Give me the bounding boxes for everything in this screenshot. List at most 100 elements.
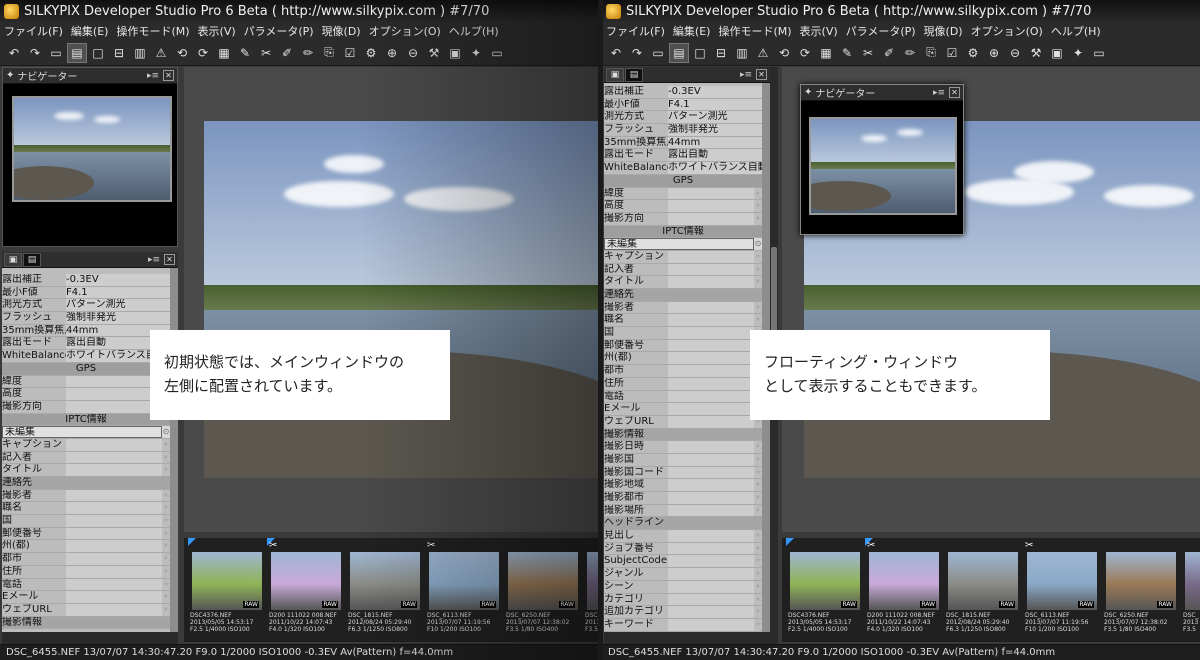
edit-dot-icon[interactable]: ◦ <box>754 454 762 466</box>
info-row[interactable]: 35mm換算焦点44mm <box>604 136 762 150</box>
edit-dot-icon[interactable]: ◦ <box>754 467 762 479</box>
monitor-icon[interactable]: ▭ <box>1089 43 1109 63</box>
iptc-row[interactable]: 国◦ <box>604 327 762 340</box>
eyedropper-icon[interactable]: ✐ <box>277 43 297 63</box>
section-iptc[interactable]: IPTC情報 <box>604 225 762 239</box>
view-full-icon[interactable]: □ <box>690 43 710 63</box>
menu-file[interactable]: ファイル(F) <box>0 23 67 39</box>
menu-help[interactable]: ヘルプ(H) <box>445 23 503 39</box>
pin-icon[interactable]: ▸≡ <box>147 71 159 81</box>
stamp-icon[interactable]: ⎘ <box>921 43 941 63</box>
view-full-icon[interactable]: □ <box>88 43 108 63</box>
edit-dot-icon[interactable]: ◦ <box>754 251 762 263</box>
navigator-header[interactable]: ✦ ナビゲーター ▸≡ ✕ <box>801 85 963 101</box>
brush-icon[interactable]: ✏ <box>900 43 920 63</box>
edit-dot-icon[interactable]: ◦ <box>162 604 170 616</box>
edit-dot-icon[interactable]: ◦ <box>754 543 762 555</box>
menu-edit[interactable]: 編集(E) <box>67 23 113 39</box>
iptc-row[interactable]: シーン ◦ <box>604 580 762 594</box>
undo-icon[interactable]: ↶ <box>4 43 24 63</box>
image-viewer[interactable] <box>184 67 600 532</box>
iptc-row[interactable]: 住所◦ <box>604 377 762 391</box>
redo-icon[interactable]: ↷ <box>627 43 647 63</box>
iptc-row[interactable]: Eメール◦ <box>604 403 762 416</box>
rotate-right-icon[interactable]: ⟳ <box>795 43 815 63</box>
iptc-row[interactable]: Eメール◦ <box>2 591 170 604</box>
film-thumbnail[interactable]: RAW DSC_1815.NEF 2012/08/24 05:29:40 F6.3… <box>346 538 422 638</box>
close-icon[interactable]: ✕ <box>756 69 767 80</box>
film-thumbnail[interactable]: RAW DSC4376.NEF 2013/05/05 14:53:17 F2.5 … <box>188 538 264 638</box>
film-thumbnail[interactable]: RAW DSC_6250.NEF 2013/07/07 12:38:02 F3.5… <box>504 538 580 638</box>
iptc-row[interactable]: 職名 ◦ <box>2 502 170 516</box>
gps-row[interactable]: 高度◦ <box>2 388 170 401</box>
info-row[interactable]: フラッシュ 強制非発光 <box>2 312 170 325</box>
film-thumbnail[interactable]: RAW ✂ D200 111022 008.NEF 2011/10/22 14:07… <box>865 538 941 638</box>
navigator-preview[interactable] <box>12 96 172 202</box>
tab-folder[interactable]: ▣ <box>4 252 22 267</box>
check-icon[interactable]: ☑ <box>340 43 360 63</box>
menu-mode[interactable]: 操作モード(M) <box>714 23 795 39</box>
adjust-icon[interactable]: ▦ <box>816 43 836 63</box>
edit-dot-icon[interactable]: ◦ <box>162 464 170 476</box>
iptc-row[interactable]: 追加カテゴリ ◦ <box>604 606 762 619</box>
iptc-row[interactable]: 記入者 ◦ <box>2 451 170 465</box>
gps-row[interactable]: 撮影方向◦ <box>2 400 170 414</box>
menu-view[interactable]: 表示(V) <box>796 23 842 39</box>
iptc-row[interactable]: SubjectCode ◦ <box>604 555 762 569</box>
iptc-settings-icon[interactable]: ⊙ <box>162 426 170 438</box>
film-thumbnail[interactable]: RAW DSC_6250.NEF 2013/07/07 12:38:02 F3.5… <box>1102 538 1178 638</box>
film-thumbnail[interactable]: DSC_ 2013 F3.5 <box>1181 538 1200 638</box>
iptc-row[interactable]: 都市◦ <box>604 365 762 378</box>
stamp-icon[interactable]: ⎘ <box>319 43 339 63</box>
close-icon[interactable]: ✕ <box>163 70 174 81</box>
menu-help[interactable]: ヘルプ(H) <box>1047 23 1105 39</box>
info-hscroll[interactable] <box>2 632 178 644</box>
paste-icon[interactable]: ⊖ <box>1005 43 1025 63</box>
film-thumbnail[interactable]: RAW DSC_1815.NEF 2012/08/24 05:29:40 F6.3… <box>944 538 1020 638</box>
edit-dot-icon[interactable]: ◦ <box>754 200 762 212</box>
film-thumbnail[interactable]: RAW DSC4376.NEF 2013/05/05 14:53:17 F2.5 … <box>786 538 862 638</box>
batch-icon[interactable]: ✦ <box>1068 43 1088 63</box>
menu-parameter[interactable]: パラメータ(P) <box>842 23 920 39</box>
magic-icon[interactable]: ✎ <box>235 43 255 63</box>
film-thumbnail[interactable]: RAW ✂ D200 111022 008.NEF 2011/10/22 14:07… <box>267 538 343 638</box>
folder-icon[interactable]: ▣ <box>1047 43 1067 63</box>
edit-dot-icon[interactable]: ◦ <box>754 606 762 618</box>
iptc-row[interactable]: タイトル ◦ <box>2 464 170 477</box>
view-single-icon[interactable]: ▭ <box>648 43 668 63</box>
iptc-select[interactable]: 未編集 ⊙ <box>2 426 170 439</box>
iptc-row[interactable]: 撮影国コード ◦ <box>604 466 762 480</box>
close-icon[interactable]: ✕ <box>949 87 960 98</box>
rotate-right-icon[interactable]: ⟳ <box>193 43 213 63</box>
iptc-row[interactable]: 撮影日時 ◦ <box>604 441 762 454</box>
iptc-row[interactable]: カテゴリ ◦ <box>604 593 762 607</box>
menu-view[interactable]: 表示(V) <box>194 23 240 39</box>
info-row[interactable]: 測光方式 パターン測光 <box>2 299 170 313</box>
gps-row[interactable]: 緯度◦ <box>604 187 762 201</box>
iptc-row[interactable]: 住所◦ <box>2 565 170 579</box>
iptc-group[interactable]: 連絡先 <box>2 477 170 490</box>
iptc-row[interactable]: 撮影者 ◦ <box>2 489 170 503</box>
close-icon[interactable]: ✕ <box>164 254 175 265</box>
info-row[interactable]: 露出モード 露出自動 <box>2 337 170 351</box>
iptc-group[interactable]: 連絡先 <box>604 289 762 302</box>
iptc-row[interactable]: ウェブURL ◦ <box>604 415 762 429</box>
menu-develop[interactable]: 現像(D) <box>318 23 365 39</box>
film-thumbnail[interactable]: RAW ✂ DSC_6113.NEF 2013/07/07 11:19:56 F10… <box>425 538 501 638</box>
info-row[interactable]: 露出補正 -0.3EV <box>2 274 170 287</box>
edit-dot-icon[interactable]: ◦ <box>162 566 170 578</box>
edit-dot-icon[interactable]: ◦ <box>162 553 170 565</box>
iptc-group[interactable]: 撮影情報 <box>2 616 170 630</box>
iptc-row[interactable]: ジョブ番号 ◦ <box>604 542 762 556</box>
edit-dot-icon[interactable]: ◦ <box>162 540 170 552</box>
section-gps[interactable]: GPS <box>604 174 762 188</box>
menu-file[interactable]: ファイル(F) <box>602 23 669 39</box>
navigator-preview[interactable] <box>809 117 957 215</box>
iptc-row[interactable]: 州(都)◦ <box>604 352 762 366</box>
adjust-icon[interactable]: ▦ <box>214 43 234 63</box>
edit-dot-icon[interactable]: ◦ <box>162 579 170 591</box>
gps-row[interactable]: 緯度◦ <box>2 375 170 389</box>
info-row[interactable]: 最小F値 F4.1 <box>2 286 170 300</box>
tab-info[interactable]: ▤ <box>23 252 41 267</box>
redo-icon[interactable]: ↷ <box>25 43 45 63</box>
